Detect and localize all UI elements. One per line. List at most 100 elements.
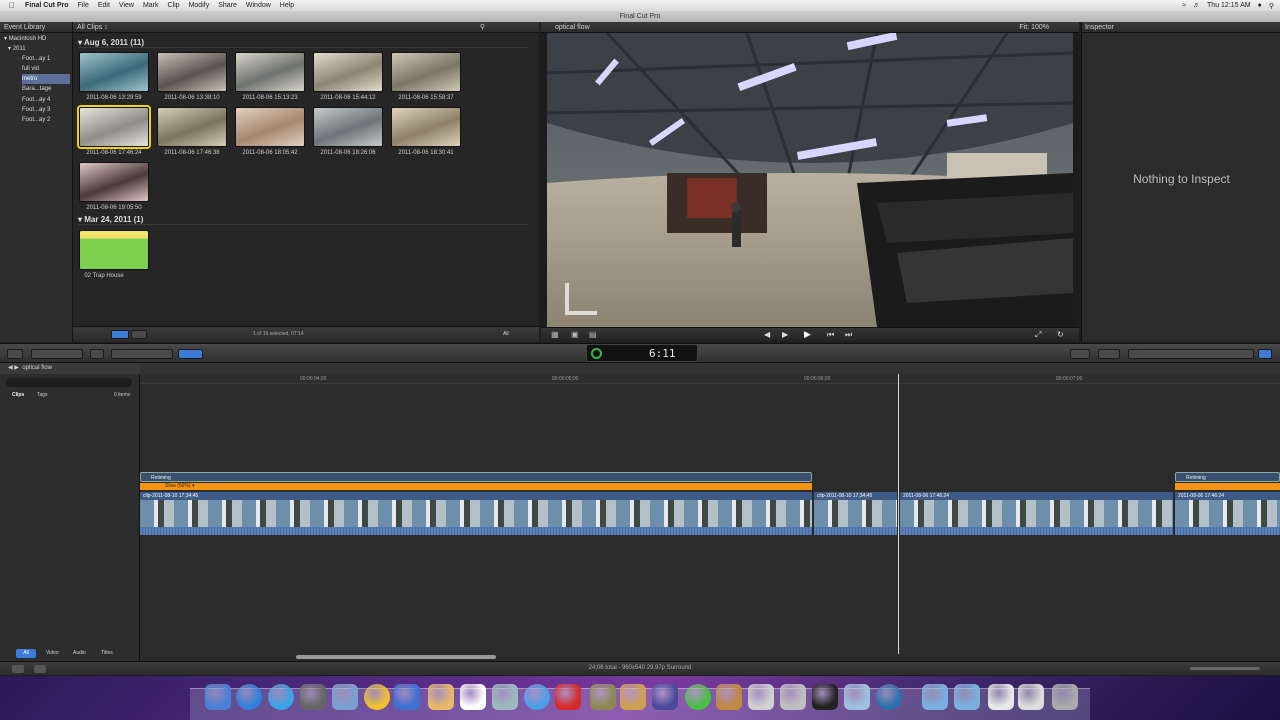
app-store-icon[interactable] <box>236 684 262 710</box>
library-item-footage1[interactable]: Foot...ay 1 <box>22 54 70 64</box>
menu-help[interactable]: Help <box>280 2 294 9</box>
clip-thumbnail[interactable] <box>79 52 149 92</box>
retiming-speed-bar[interactable]: Slow (50%) ▾ <box>140 483 812 490</box>
inspector-toggle-button[interactable] <box>1258 349 1272 359</box>
motion-icon[interactable] <box>685 684 711 710</box>
list-view-button[interactable] <box>131 330 147 339</box>
timeline-ruler[interactable]: 00:00:04;00 00:00:05;00 00:00:06;00 00:0… <box>140 374 1280 384</box>
index-tab-video[interactable]: Video <box>46 649 59 658</box>
library-item-footage4[interactable]: Foot...ay 4 <box>22 95 70 105</box>
edit-buttons[interactable] <box>111 349 173 359</box>
address-book-icon[interactable] <box>748 684 774 710</box>
retiming-speed-bar[interactable] <box>1175 483 1280 490</box>
photos-icon[interactable] <box>492 684 518 710</box>
menu-window[interactable]: Window <box>246 2 271 9</box>
crop-icon[interactable]: ▤ <box>589 330 597 339</box>
itunes-icon[interactable] <box>524 684 550 710</box>
date-group-header[interactable]: ▾ Aug 6, 2011 (11) <box>78 38 528 48</box>
clip-thumbnail[interactable] <box>157 52 227 92</box>
play-forward-icon[interactable]: ▶ <box>782 330 788 339</box>
vlc-icon[interactable] <box>364 684 390 710</box>
library-item-full-vid[interactable]: full vid <box>22 64 70 74</box>
search-icon[interactable]: ⚲ <box>480 22 485 33</box>
browser-toggle-buttons[interactable] <box>1128 349 1254 359</box>
menu-modify[interactable]: Modify <box>189 2 210 9</box>
index-search-field[interactable] <box>6 378 132 387</box>
skip-back-icon[interactable]: ⏮ <box>827 330 834 340</box>
iphoto-icon[interactable] <box>620 684 646 710</box>
viewer-options-icon[interactable]: ▦ <box>551 330 559 339</box>
library-item-footage3[interactable]: Foot...ay 3 <box>22 105 70 115</box>
tab-clips[interactable]: Clips <box>12 392 24 398</box>
final-cut-icon[interactable] <box>652 684 678 710</box>
play-icon[interactable]: ▶ <box>804 329 811 340</box>
image-capture-icon[interactable] <box>780 684 806 710</box>
timecode-display[interactable]: 6:11 <box>586 344 698 362</box>
library-item-barrage[interactable]: Bara...tage <box>22 84 70 94</box>
calendar-icon[interactable] <box>460 684 486 710</box>
menu-clip[interactable]: Clip <box>168 2 180 9</box>
browser-all-button[interactable]: All <box>503 331 509 337</box>
fullscreen-icon[interactable]: ⤢ <box>1035 330 1041 340</box>
timeline-scrollbar[interactable] <box>296 655 496 659</box>
notes-icon[interactable] <box>428 684 454 710</box>
safari-icon[interactable] <box>268 684 294 710</box>
video-clip-filmstrip[interactable] <box>1175 500 1280 528</box>
media-import-button[interactable] <box>7 349 23 359</box>
clip-thumbnail[interactable] <box>313 52 383 92</box>
clip-thumbnail[interactable] <box>157 107 227 147</box>
menu-mark[interactable]: Mark <box>143 2 159 9</box>
enhance-button[interactable] <box>1070 349 1090 359</box>
play-reverse-icon[interactable]: ◀ <box>764 330 770 339</box>
retiming-header[interactable]: Retiming <box>1175 472 1280 482</box>
tab-tags[interactable]: Tags <box>37 392 48 398</box>
fit-control[interactable]: Fit: 100% <box>1019 22 1049 33</box>
zoom-slider[interactable] <box>1190 667 1260 670</box>
automator-icon[interactable] <box>844 684 870 710</box>
transform-icon[interactable]: ▣ <box>571 330 579 339</box>
menu-file[interactable]: File <box>78 2 89 9</box>
filmstrip-view-button[interactable] <box>111 330 129 339</box>
playhead[interactable] <box>898 374 899 654</box>
clip-thumbnail[interactable] <box>235 52 305 92</box>
audio-clip-thumbnail[interactable] <box>79 230 149 270</box>
menu-edit[interactable]: Edit <box>98 2 110 9</box>
system-preferences-icon[interactable] <box>300 684 326 710</box>
index-tab-all[interactable]: All <box>16 649 36 658</box>
volume-icon[interactable]: ♬ <box>1193 2 1200 9</box>
clip-thumbnail[interactable] <box>391 107 461 147</box>
date-group-header[interactable]: ▾ Mar 24, 2011 (1) <box>78 215 528 225</box>
imovie-icon[interactable] <box>590 684 616 710</box>
menu-app[interactable]: Final Cut Pro <box>25 2 69 9</box>
photo-booth-icon[interactable] <box>555 684 581 710</box>
garageband-icon[interactable] <box>716 684 742 710</box>
user-icon[interactable]: ● <box>1258 2 1262 9</box>
index-tab-audio[interactable]: Audio <box>73 649 86 658</box>
menu-view[interactable]: View <box>119 2 134 9</box>
clip-thumbnail[interactable] <box>313 107 383 147</box>
network-icon[interactable] <box>876 684 902 710</box>
video-clip-filmstrip[interactable] <box>814 500 897 528</box>
clip-thumbnail[interactable] <box>391 52 461 92</box>
documents-folder-icon[interactable] <box>954 684 980 710</box>
trash-icon[interactable] <box>1052 684 1078 710</box>
finder-icon[interactable] <box>205 684 231 710</box>
facetime-icon[interactable] <box>394 684 420 710</box>
loop-icon[interactable]: ↻ <box>1057 330 1064 339</box>
library-item-2011[interactable]: ▾ 2011 <box>8 44 26 54</box>
keyword-button[interactable] <box>90 349 104 359</box>
clip-thumbnail[interactable] <box>79 162 149 202</box>
browser-filter[interactable]: All Clips ↕ ⚲ <box>73 22 539 33</box>
select-tool-button[interactable] <box>178 349 203 359</box>
skip-forward-icon[interactable]: ⏭ <box>845 330 852 340</box>
retime-button[interactable] <box>1098 349 1120 359</box>
video-clip-filmstrip[interactable] <box>900 500 1173 528</box>
spotlight-icon[interactable]: ⚲ <box>1269 2 1274 10</box>
index-tab-titles[interactable]: Titles <box>101 649 113 658</box>
wifi-icon[interactable]: ≈ <box>1182 2 1186 9</box>
terminal-icon[interactable] <box>812 684 838 710</box>
applications-folder-icon[interactable] <box>922 684 948 710</box>
retiming-header[interactable]: Retiming <box>140 472 812 482</box>
video-clip-filmstrip[interactable] <box>140 500 812 528</box>
add-to-event-buttons[interactable] <box>31 349 83 359</box>
